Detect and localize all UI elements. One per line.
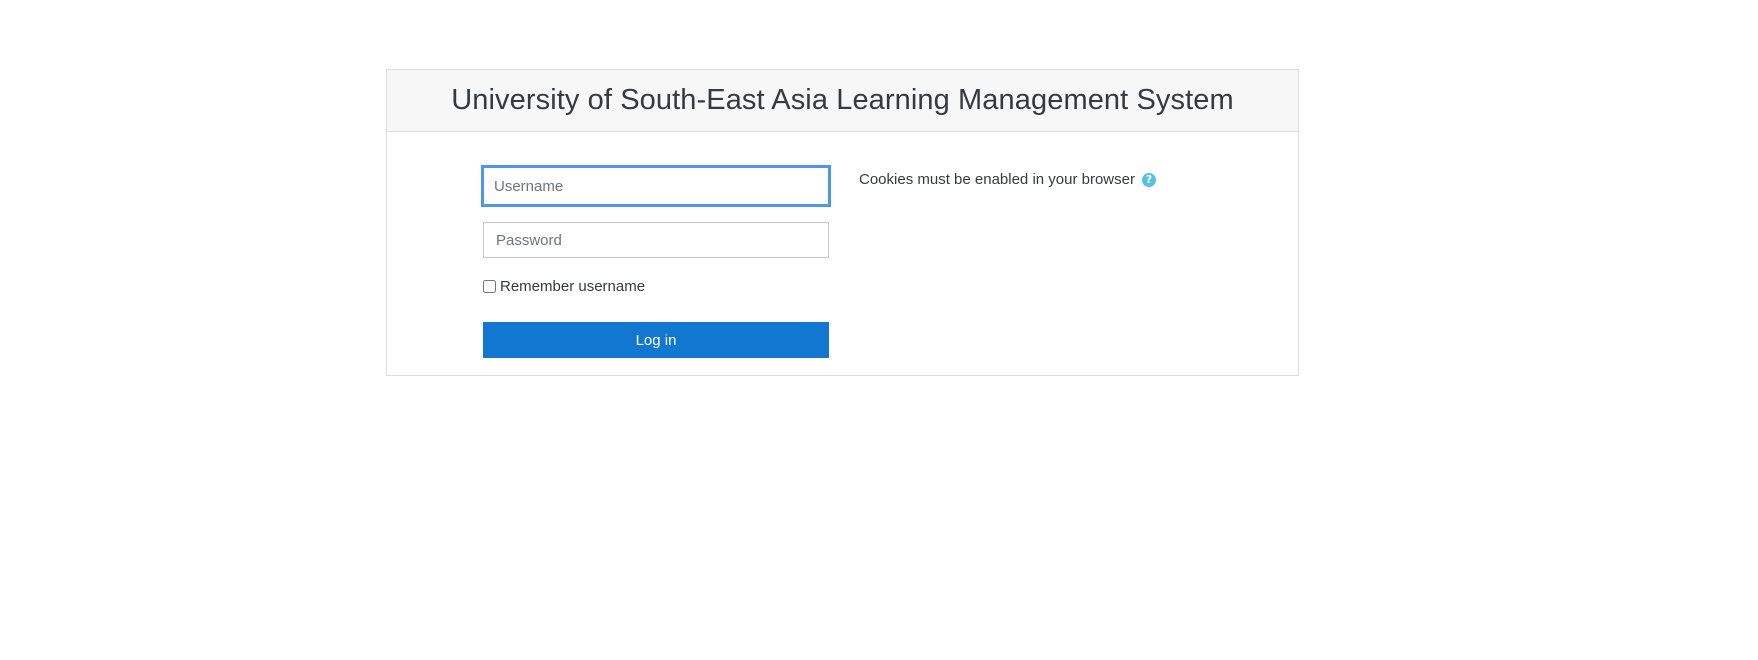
password-input[interactable] — [483, 222, 829, 258]
username-input[interactable] — [481, 165, 831, 207]
remember-username-checkbox[interactable] — [483, 279, 496, 293]
login-button[interactable]: Log in — [483, 322, 829, 358]
card-header: University of South-East Asia Learning M… — [387, 70, 1298, 132]
cookies-notice-text: Cookies must be enabled in your browser — [859, 171, 1135, 188]
login-form: Remember username Log in — [481, 165, 831, 358]
remember-username-row: Remember username — [483, 276, 829, 296]
login-card: University of South-East Asia Learning M… — [386, 69, 1299, 376]
page-title: University of South-East Asia Learning M… — [451, 84, 1234, 116]
cookies-notice: Cookies must be enabled in your browser … — [859, 171, 1156, 188]
question-circle-icon[interactable]: ? — [1141, 172, 1156, 187]
remember-username-label[interactable]: Remember username — [500, 278, 645, 295]
